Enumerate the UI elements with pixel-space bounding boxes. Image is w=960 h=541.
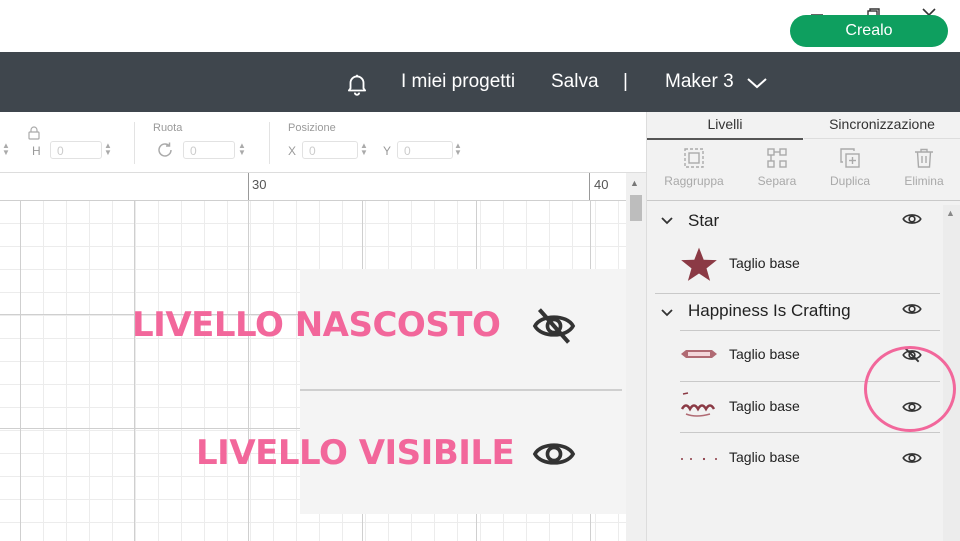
my-projects-link[interactable]: I miei progetti	[401, 52, 515, 112]
panel-divider	[680, 330, 940, 331]
pos-x-input[interactable]: 0	[302, 141, 358, 159]
tab-sync[interactable]: Sincronizzazione	[804, 112, 960, 139]
annotation-divider	[300, 389, 622, 391]
group-button[interactable]: Raggruppa	[654, 146, 734, 188]
visible-layer-caption: LIVELLO VISIBILE	[196, 433, 515, 473]
eye-icon[interactable]	[902, 211, 922, 227]
layer-thumbnail[interactable]	[680, 452, 720, 470]
layer-thumbnail[interactable]	[680, 346, 718, 367]
pos-y-label: Y	[383, 144, 392, 158]
horizontal-ruler	[0, 173, 626, 201]
duplicate-button[interactable]: Duplica	[810, 146, 890, 188]
delete-icon	[915, 148, 933, 168]
canvas-scrollbar[interactable]	[626, 173, 646, 541]
layer-label[interactable]: Taglio base	[729, 346, 800, 362]
delete-label: Elimina	[904, 174, 944, 188]
group-title-star[interactable]: Star	[688, 211, 719, 231]
panel-divider	[655, 293, 940, 294]
pos-y-input[interactable]: 0	[397, 141, 453, 159]
layer-thumbnail[interactable]	[680, 390, 718, 425]
eye-icon[interactable]	[902, 301, 922, 317]
eye-icon[interactable]	[902, 450, 922, 466]
bell-icon[interactable]	[344, 71, 370, 102]
group-label: Raggruppa	[664, 174, 724, 188]
height-label: H	[32, 144, 41, 158]
layer-label[interactable]: Taglio base	[729, 398, 800, 414]
canvas-scroll-thumb[interactable]	[630, 195, 642, 221]
group-title-happiness[interactable]: Happiness Is Crafting	[688, 301, 851, 321]
group-icon	[684, 148, 704, 168]
panel-divider	[680, 432, 940, 433]
scroll-up-icon[interactable]: ▲	[946, 208, 955, 218]
rotate-stepper[interactable]: ▲ ▼	[238, 142, 246, 157]
chevron-down-icon[interactable]	[746, 76, 768, 95]
toolbar-divider	[134, 122, 135, 164]
delete-button[interactable]: Elimina	[884, 146, 960, 188]
position-label: Posizione	[288, 122, 336, 134]
duplicate-icon	[840, 148, 860, 168]
rotate-icon[interactable]	[155, 140, 175, 165]
ruler-mark-40: 40	[594, 177, 609, 192]
ungroup-button[interactable]: Separa	[737, 146, 817, 188]
layer-label[interactable]: Taglio base	[729, 255, 800, 271]
height-input[interactable]: 0	[50, 141, 102, 159]
hidden-layer-caption: LIVELLO NASCOSTO	[132, 305, 501, 345]
star-icon[interactable]	[680, 246, 718, 287]
eye-slash-icon	[532, 306, 576, 351]
highlight-circle	[864, 346, 956, 432]
chevron-down-icon[interactable]	[660, 214, 674, 232]
tab-layers[interactable]: Livelli	[647, 112, 803, 140]
ungroup-icon	[767, 148, 787, 168]
width-stepper[interactable]: ▲ ▼	[2, 142, 10, 157]
pos-y-stepper[interactable]: ▲ ▼	[454, 142, 462, 157]
make-button[interactable]: Crealo	[790, 15, 948, 47]
chevron-down-icon[interactable]	[660, 306, 674, 324]
ruler-mark-30: 30	[252, 177, 267, 192]
toolbar-divider	[269, 122, 270, 164]
ruler-tick	[248, 173, 249, 200]
panel-divider	[647, 200, 960, 201]
rotate-label: Ruota	[153, 122, 183, 134]
scroll-up-icon[interactable]: ▲	[630, 178, 639, 188]
header-separator: |	[623, 71, 628, 92]
save-link[interactable]: Salva	[551, 52, 599, 112]
ruler-tick	[589, 173, 590, 200]
eye-icon	[532, 434, 576, 479]
ungroup-label: Separa	[757, 174, 797, 188]
pos-x-stepper[interactable]: ▲ ▼	[360, 142, 368, 157]
lock-icon[interactable]	[26, 125, 42, 146]
height-stepper[interactable]: ▲ ▼	[104, 142, 112, 157]
rotate-input[interactable]: 0	[183, 141, 235, 159]
machine-selector[interactable]: Maker 3	[665, 52, 734, 112]
duplicate-label: Duplica	[829, 174, 871, 188]
pos-x-label: X	[288, 144, 297, 158]
layer-label[interactable]: Taglio base	[729, 449, 800, 465]
